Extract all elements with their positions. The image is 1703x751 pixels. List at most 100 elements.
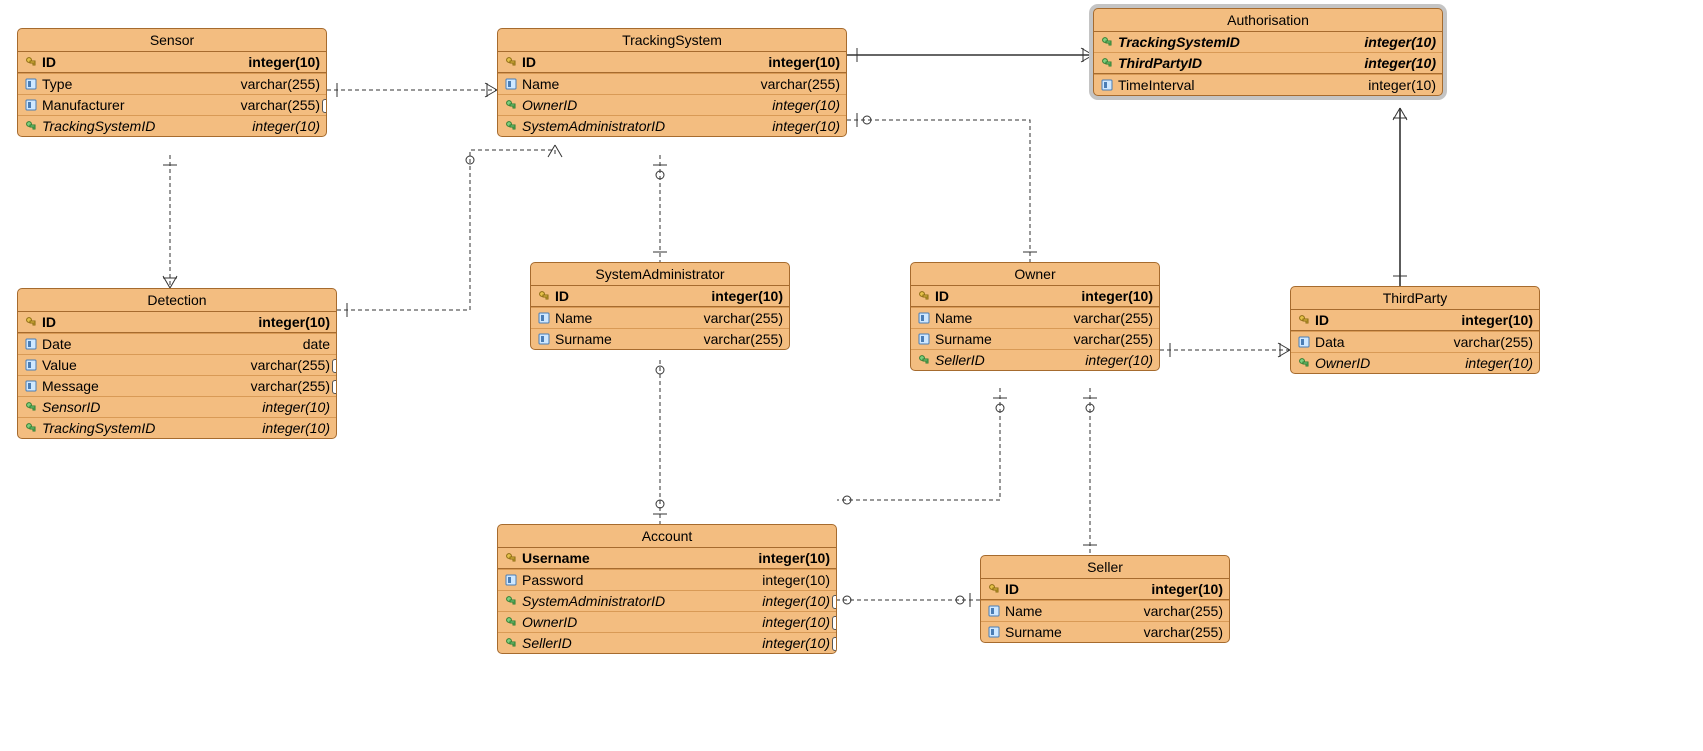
entity-attribute[interactable]: ThirdPartyIDinteger(10) [1094,52,1442,74]
attribute-name: ID [555,288,701,304]
attribute-type: integer(10) [242,118,320,134]
entity-owner[interactable]: OwnerIDinteger(10)Namevarchar(255)Surnam… [910,262,1160,371]
attribute-type: varchar(255) [751,76,840,92]
entity-attribute[interactable]: Datavarchar(255) [1291,331,1539,352]
entity-attribute[interactable]: Surnamevarchar(255) [911,328,1159,349]
attribute-name: SensorID [42,399,252,415]
entity-thirdparty[interactable]: ThirdPartyIDinteger(10)Datavarchar(255)O… [1290,286,1540,374]
entity-body: IDinteger(10)Namevarchar(255)Surnamevarc… [911,286,1159,370]
attribute-name: Name [1005,603,1134,619]
column-icon [917,311,931,325]
attribute-name: ID [42,54,238,70]
entity-attribute[interactable]: IDinteger(10) [911,286,1159,307]
attribute-name: Data [1315,334,1444,350]
entity-body: IDinteger(10)Typevarchar(255)Manufacture… [18,52,326,136]
attribute-type: integer(10) [762,118,840,134]
attribute-name: Username [522,550,748,566]
entity-authorisation[interactable]: AuthorisationTrackingSystemIDinteger(10)… [1093,8,1443,96]
attribute-name: SellerID [522,635,752,651]
foreign-key-icon [504,615,518,629]
entity-attribute[interactable]: OwnerIDinteger(10)N [498,611,836,632]
entity-account[interactable]: AccountUsernameinteger(10)Passwordintege… [497,524,837,654]
attribute-type: integer(10) [248,314,330,330]
entity-body: TrackingSystemIDinteger(10)ThirdPartyIDi… [1094,32,1442,95]
entity-attribute[interactable]: Namevarchar(255) [498,73,846,94]
entity-body: IDinteger(10)Namevarchar(255)Surnamevarc… [531,286,789,349]
entity-attribute[interactable]: TrackingSystemIDinteger(10) [18,417,336,438]
entity-attribute[interactable]: Messagevarchar(255)N [18,375,336,396]
attribute-name: OwnerID [522,97,762,113]
column-icon [1297,335,1311,349]
entity-attribute[interactable]: IDinteger(10) [531,286,789,307]
entity-attribute[interactable]: IDinteger(10) [498,52,846,73]
column-icon [24,98,38,112]
column-icon [537,311,551,325]
entity-attribute[interactable]: Typevarchar(255) [18,73,326,94]
entity-attribute[interactable]: Datedate [18,333,336,354]
entity-attribute[interactable]: OwnerIDinteger(10) [498,94,846,115]
attribute-name: Type [42,76,231,92]
attribute-name: Surname [935,331,1064,347]
nullable-badge-icon: N [832,616,837,630]
column-icon [537,332,551,346]
foreign-key-icon [24,421,38,435]
entity-attribute[interactable]: SellerIDinteger(10)N [498,632,836,653]
attribute-name: Value [42,357,241,373]
entity-attribute[interactable]: Namevarchar(255) [531,307,789,328]
attribute-name: Manufacturer [42,97,231,113]
attribute-type: integer(10) [752,572,830,588]
entity-attribute[interactable]: IDinteger(10) [981,579,1229,600]
attribute-name: ID [1005,581,1141,597]
entity-attribute[interactable]: TrackingSystemIDinteger(10) [18,115,326,136]
entity-attribute[interactable]: SensorIDinteger(10) [18,396,336,417]
attribute-type: integer(10) [752,593,830,609]
entity-trackingsystem[interactable]: TrackingSystemIDinteger(10)Namevarchar(2… [497,28,847,137]
entity-attribute[interactable]: Passwordinteger(10) [498,569,836,590]
foreign-key-icon [504,636,518,650]
entity-attribute[interactable]: SystemAdministratorIDinteger(10) [498,115,846,136]
attribute-name: Password [522,572,752,588]
attribute-type: varchar(255) [1444,334,1533,350]
entity-attribute[interactable]: IDinteger(10) [1291,310,1539,331]
primary-key-icon [504,55,518,69]
attribute-name: TrackingSystemID [42,118,242,134]
er-diagram-canvas: SensorIDinteger(10)Typevarchar(255)Manuf… [0,0,1703,751]
entity-attribute[interactable]: TrackingSystemIDinteger(10) [1094,32,1442,52]
entity-attribute[interactable]: Surnamevarchar(255) [981,621,1229,642]
entity-attribute[interactable]: TimeIntervalinteger(10) [1094,74,1442,95]
entity-detection[interactable]: DetectionIDinteger(10)DatedateValuevarch… [17,288,337,439]
entity-title: Account [498,525,836,548]
entity-attribute[interactable]: Valuevarchar(255)N [18,354,336,375]
attribute-type: integer(10) [1354,55,1436,71]
attribute-name: TrackingSystemID [42,420,252,436]
entity-attribute[interactable]: IDinteger(10) [18,52,326,73]
foreign-key-icon [24,400,38,414]
entity-attribute[interactable]: Surnamevarchar(255) [531,328,789,349]
entity-title: Authorisation [1094,9,1442,32]
entity-seller[interactable]: SellerIDinteger(10)Namevarchar(255)Surna… [980,555,1230,643]
attribute-name: OwnerID [1315,355,1455,371]
attribute-type: integer(10) [1071,288,1153,304]
entity-attribute[interactable]: Namevarchar(255) [911,307,1159,328]
entity-attribute[interactable]: Manufacturervarchar(255)N [18,94,326,115]
attribute-name: SystemAdministratorID [522,593,752,609]
entity-attribute[interactable]: Usernameinteger(10) [498,548,836,569]
entity-attribute[interactable]: SellerIDinteger(10) [911,349,1159,370]
primary-key-icon [537,289,551,303]
column-icon [24,379,38,393]
primary-key-icon [1297,313,1311,327]
attribute-name: Name [555,310,694,326]
entity-sensor[interactable]: SensorIDinteger(10)Typevarchar(255)Manuf… [17,28,327,137]
primary-key-icon [917,289,931,303]
entity-title: Detection [18,289,336,312]
entity-attribute[interactable]: Namevarchar(255) [981,600,1229,621]
entity-body: Usernameinteger(10)Passwordinteger(10)Sy… [498,548,836,653]
entity-attribute[interactable]: OwnerIDinteger(10) [1291,352,1539,373]
entity-attribute[interactable]: SystemAdministratorIDinteger(10)N [498,590,836,611]
primary-key-icon [24,315,38,329]
entity-attribute[interactable]: IDinteger(10) [18,312,336,333]
primary-key-icon [504,551,518,565]
entity-systemadministrator[interactable]: SystemAdministratorIDinteger(10)Namevarc… [530,262,790,350]
nullable-badge-icon: N [832,637,837,651]
attribute-type: varchar(255) [1134,624,1223,640]
